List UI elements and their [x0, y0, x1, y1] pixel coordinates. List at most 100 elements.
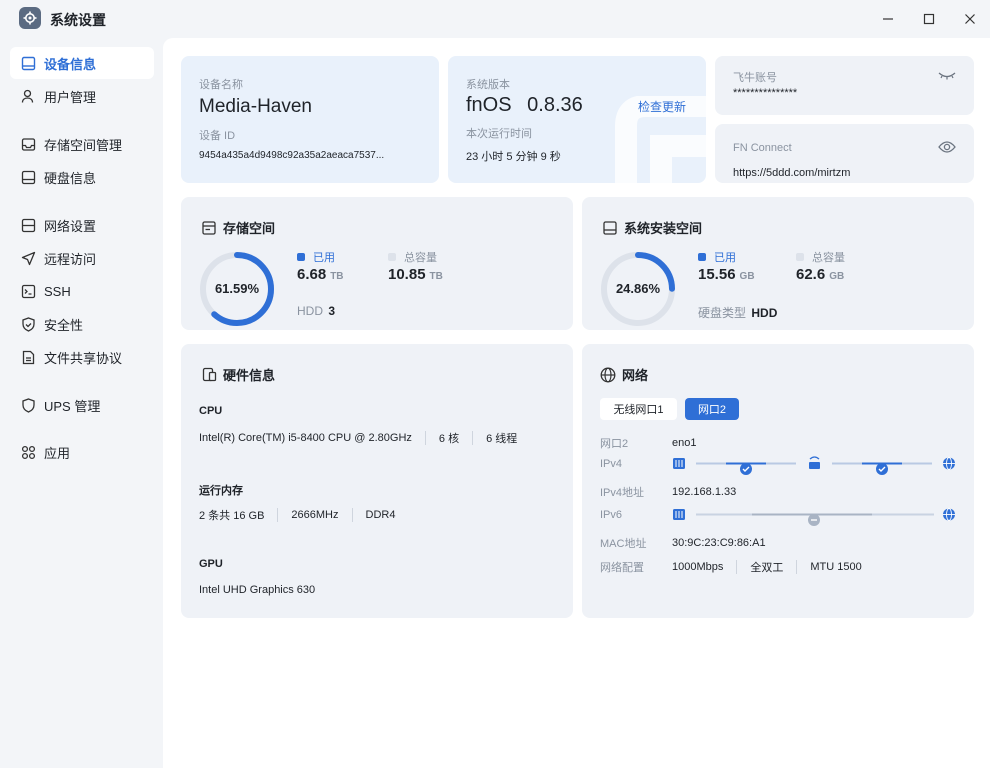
- devices-icon: [201, 367, 217, 383]
- sidebar-item-label: 网络设置: [44, 218, 97, 234]
- sidebar-item-ssh[interactable]: SSH: [10, 275, 154, 307]
- duplex-mode: 全双工: [750, 562, 784, 574]
- storage-percent: 61.59%: [214, 281, 260, 296]
- terminal-icon: [20, 283, 36, 299]
- sidebar: 设备信息 用户管理 存储空间管理 硬盘信息 网络设置 远程访问 SSH 安全性 …: [0, 38, 163, 768]
- shield-check-icon: [20, 316, 36, 332]
- gpu-model: Intel UHD Graphics 630: [199, 584, 316, 596]
- sidebar-item-network-settings[interactable]: 网络设置: [10, 209, 154, 241]
- cpu-cores: 6 核: [438, 433, 460, 445]
- total-unit: GB: [829, 271, 845, 282]
- hardware-card: 硬件信息 CPU Intel(R) Core(TM) i5-8400 CPU @…: [181, 344, 573, 618]
- divider: [351, 508, 353, 522]
- title-bar: 系统设置: [0, 0, 990, 38]
- network-config-values: 1000Mbps 全双工 MTU 1500: [672, 559, 862, 575]
- sidebar-item-remote-access[interactable]: 远程访问: [10, 242, 154, 274]
- storage-icon: [20, 136, 36, 152]
- storage-title-text: 存储空间: [223, 221, 276, 236]
- sidebar-item-label: 应用: [44, 445, 71, 461]
- system-total: 62.6 GB: [796, 266, 844, 284]
- network-title-text: 网络: [622, 368, 649, 383]
- sidebar-item-ups[interactable]: UPS 管理: [10, 389, 154, 421]
- sidebar-item-user-management[interactable]: 用户管理: [10, 80, 154, 112]
- cpu-threads: 6 线程: [486, 433, 518, 445]
- minimize-button[interactable]: [876, 7, 900, 31]
- ipv6-row: IPv6: [600, 509, 672, 521]
- memory-speed: 2666MHz: [291, 509, 339, 521]
- check-icon: [740, 463, 752, 475]
- apps-icon: [20, 444, 36, 460]
- uptime-value: 23 小时 5 分钟 9 秒: [466, 151, 561, 163]
- sidebar-item-label: 远程访问: [44, 251, 97, 267]
- disk-type-label: 硬盘类型: [698, 306, 747, 320]
- sidebar-item-file-sharing[interactable]: 文件共享协议: [10, 341, 154, 373]
- total-value: 10.85: [388, 266, 426, 283]
- sidebar-item-device-info[interactable]: 设备信息: [10, 47, 154, 79]
- port-label: 网口2: [600, 438, 629, 450]
- used-value: 15.56: [698, 266, 736, 283]
- hdd-count: 3: [328, 304, 336, 318]
- used-label: 已用: [714, 252, 736, 264]
- memory-size: 2 条共 16 GB: [199, 510, 265, 522]
- sidebar-item-apps[interactable]: 应用: [10, 436, 154, 468]
- device-card: 设备名称 Media-Haven 设备 ID 9454a435a4d9498c9…: [181, 56, 439, 183]
- eye-closed-icon[interactable]: [938, 70, 956, 82]
- storage-card: 存储空间 61.59% 已用 6.68 TB 总容量 10.85 TB HDD 3: [181, 197, 573, 330]
- network-config-row: 网络配置 1000Mbps 全双工 MTU 1500: [600, 559, 862, 575]
- sidebar-item-storage-management[interactable]: 存储空间管理: [10, 128, 154, 160]
- eye-icon[interactable]: [938, 140, 956, 154]
- ipv4-label: IPv4: [600, 458, 623, 470]
- system-total-legend: 总容量: [796, 249, 845, 265]
- check-update-link[interactable]: 检查更新: [638, 98, 686, 115]
- system-version: fnOS 0.8.36: [466, 94, 583, 117]
- sidebar-item-label: 文件共享协议: [44, 350, 123, 366]
- globe-icon: [943, 508, 955, 521]
- hardware-title: 硬件信息: [201, 365, 275, 384]
- globe-icon: [943, 457, 955, 470]
- network-icon: [20, 217, 36, 233]
- storage-total: 10.85 TB: [388, 266, 443, 284]
- disk-type-row: 硬盘类型 HDD: [698, 304, 777, 321]
- mac-row: MAC地址 30:9C:23:C9:86:A1: [600, 535, 766, 551]
- ipv6-label: IPv6: [600, 509, 623, 521]
- divider: [796, 560, 798, 574]
- system-used-legend: 已用: [698, 249, 736, 265]
- link-speed: 1000Mbps: [672, 561, 724, 573]
- maximize-button[interactable]: [917, 7, 941, 31]
- total-unit: TB: [429, 271, 443, 282]
- sidebar-item-security[interactable]: 安全性: [10, 308, 154, 340]
- used-legend-dot: [297, 253, 305, 261]
- used-label: 已用: [313, 252, 335, 264]
- ipv4-address-label: IPv4地址: [600, 487, 645, 499]
- storage-title: 存储空间: [201, 218, 275, 237]
- cpu-label: CPU: [199, 405, 223, 417]
- ipv4-connection-diagram: [673, 456, 955, 475]
- mac-address: 30:9C:23:C9:86:A1: [672, 537, 766, 549]
- disk-icon: [20, 169, 36, 185]
- total-legend-dot: [388, 253, 396, 261]
- sidebar-item-label: 硬盘信息: [44, 170, 97, 186]
- disk-type-value: HDD: [751, 306, 778, 320]
- main-panel: 设备名称 Media-Haven 设备 ID 9454a435a4d9498c9…: [163, 38, 990, 768]
- port-value: eno1: [672, 437, 697, 449]
- hdd-count-row: HDD 3: [297, 304, 335, 318]
- port-row: 网口2 eno1: [600, 435, 696, 451]
- fn-connect-url[interactable]: https://5ddd.com/mirtzm: [733, 167, 850, 179]
- tab-wireless-port-1[interactable]: 无线网口1: [600, 398, 677, 420]
- ipv6-connection-diagram: [673, 508, 955, 526]
- system-version-label: 系统版本: [466, 79, 510, 91]
- system-storage-card: 系统安装空间 24.86% 已用 15.56 GB 总容量 62.6 GB 硬盘类型…: [582, 197, 974, 330]
- file-icon: [20, 349, 36, 365]
- sidebar-item-label: 用户管理: [44, 89, 97, 105]
- sidebar-item-label: SSH: [44, 283, 71, 299]
- fn-connect-card: FN Connect https://5ddd.com/mirtzm: [715, 124, 974, 183]
- storage-used: 6.68 TB: [297, 266, 344, 284]
- tab-port-2[interactable]: 网口2: [685, 398, 739, 420]
- sidebar-item-disk-info[interactable]: 硬盘信息: [10, 161, 154, 193]
- total-legend-dot: [796, 253, 804, 261]
- memory-row: 2 条共 16 GB 2666MHz DDR4: [199, 507, 395, 523]
- sidebar-item-label: 存储空间管理: [44, 137, 123, 153]
- divider: [736, 560, 738, 574]
- close-button[interactable]: [958, 7, 982, 31]
- uptime-label: 本次运行时间: [466, 128, 532, 140]
